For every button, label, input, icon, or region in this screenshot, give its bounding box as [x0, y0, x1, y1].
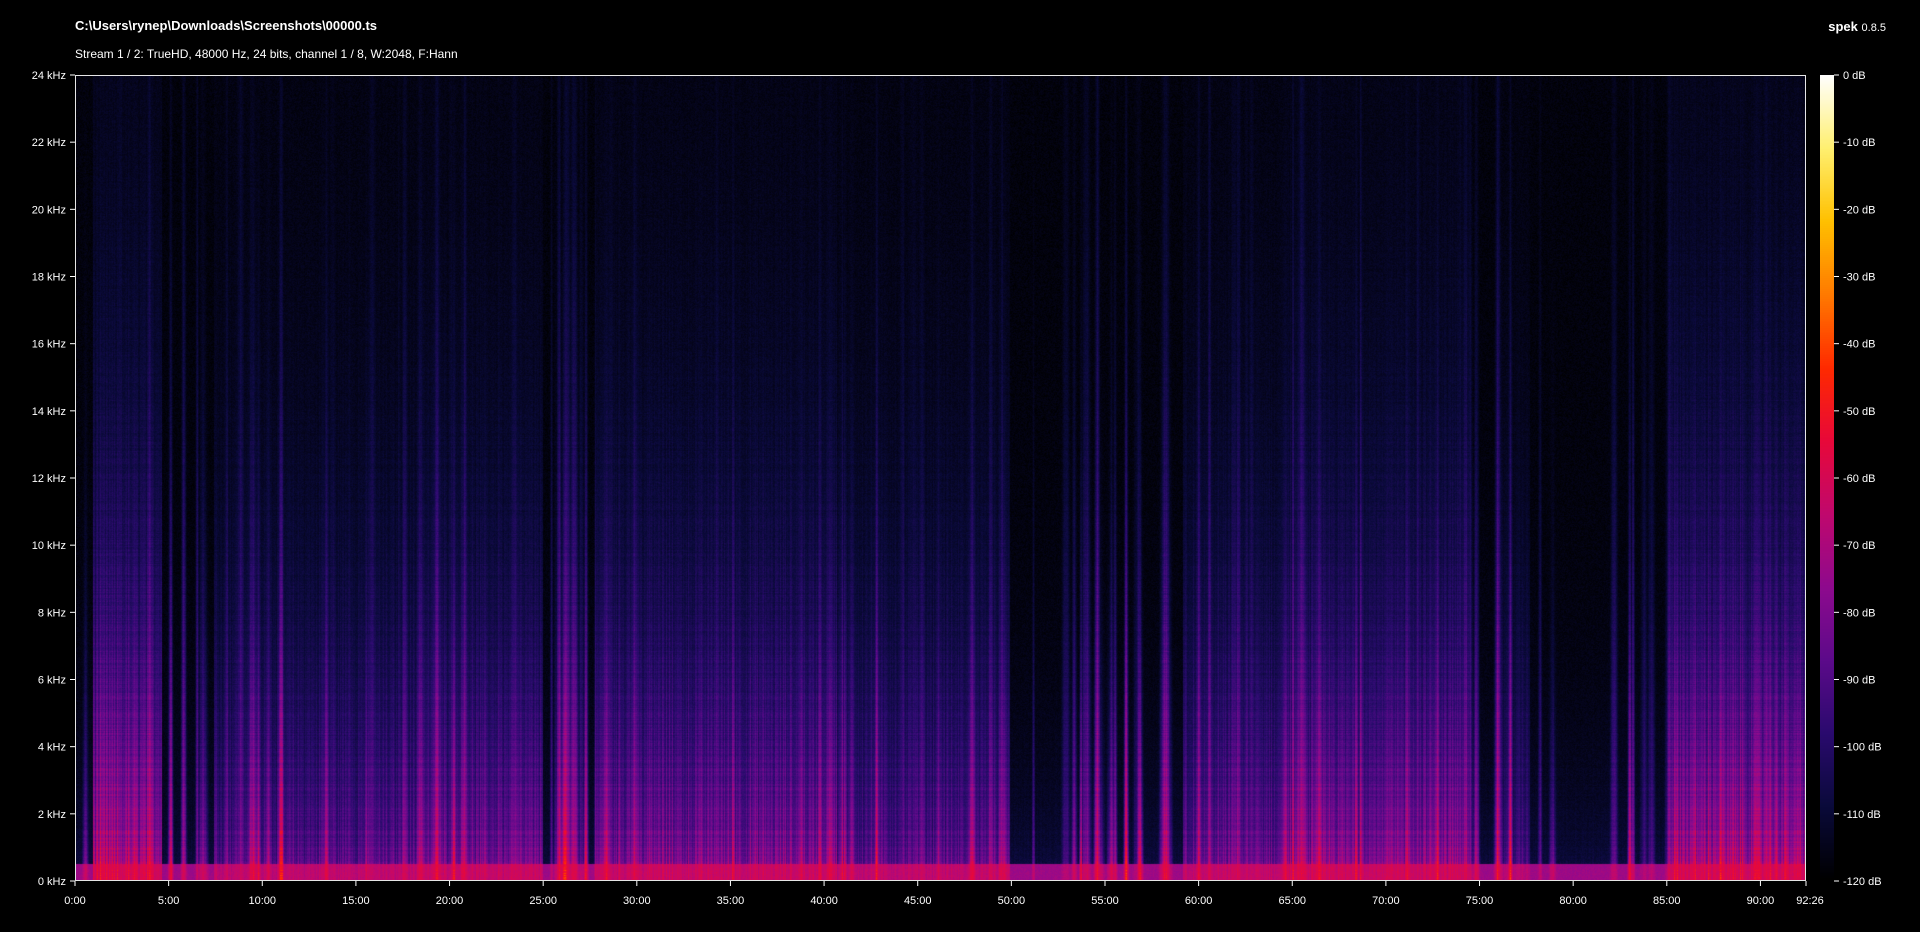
- x-tick-label: 70:00: [1372, 895, 1400, 907]
- x-tick-label: 60:00: [1185, 895, 1213, 907]
- y-tick-label: 4 kHz: [38, 742, 66, 754]
- axes-overlay: 0 kHz 2 kHz 4 kHz 6 kHz 8 kHz 10 kHz 12 kHz 14 …: [32, 70, 1882, 907]
- db-tick-label: -50 dB: [1843, 406, 1875, 418]
- y-tick-label: 24 kHz: [32, 70, 66, 82]
- x-tick-label: 65:00: [1278, 895, 1306, 907]
- db-tick-label: -120 dB: [1843, 876, 1882, 888]
- x-tick-label: 25:00: [529, 895, 557, 907]
- x-tick-label: 90:00: [1747, 895, 1775, 907]
- y-tick-label: 6 kHz: [38, 675, 66, 687]
- db-tick-label: -40 dB: [1843, 339, 1875, 351]
- db-tick-label: -20 dB: [1843, 204, 1875, 216]
- y-tick-label: 14 kHz: [32, 406, 66, 418]
- x-tick-label: 10:00: [249, 895, 277, 907]
- db-tick-label: -90 dB: [1843, 675, 1875, 687]
- y-tick-label: 18 kHz: [32, 272, 66, 284]
- db-tick-label: -80 dB: [1843, 607, 1875, 619]
- x-tick-label: 50:00: [998, 895, 1026, 907]
- db-tick-label: -110 dB: [1843, 809, 1881, 821]
- db-tick-label: -100 dB: [1843, 742, 1882, 754]
- y-tick-label: 16 kHz: [32, 339, 66, 351]
- db-tick-label: -10 dB: [1843, 137, 1875, 149]
- y-tick-label: 10 kHz: [32, 540, 66, 552]
- db-tick-label: -60 dB: [1843, 473, 1875, 485]
- db-tick-label: 0 dB: [1843, 70, 1866, 82]
- x-tick-label: 85:00: [1653, 895, 1681, 907]
- db-axis: 0 dB -10 dB -20 dB -30 dB -40 dB -50 dB -60 dB…: [1834, 70, 1882, 888]
- y-tick-label: 2 kHz: [38, 809, 66, 821]
- y-tick-label: 22 kHz: [32, 137, 66, 149]
- x-tick-label: 45:00: [904, 895, 932, 907]
- db-tick-label: -70 dB: [1843, 540, 1875, 552]
- x-tick-label: 5:00: [158, 895, 179, 907]
- x-tick-label: 40:00: [810, 895, 838, 907]
- x-tick-label: 75:00: [1466, 895, 1494, 907]
- x-tick-label: 80:00: [1559, 895, 1587, 907]
- x-tick-label: 55:00: [1091, 895, 1119, 907]
- y-tick-label: 8 kHz: [38, 607, 66, 619]
- x-tick-label: 30:00: [623, 895, 651, 907]
- y-tick-label: 0 kHz: [38, 876, 66, 888]
- db-tick-label: -30 dB: [1843, 272, 1875, 284]
- x-tick-label: 35:00: [717, 895, 745, 907]
- y-tick-label: 20 kHz: [32, 204, 66, 216]
- y-tick-label: 12 kHz: [32, 473, 66, 485]
- x-tick-label: 15:00: [342, 895, 370, 907]
- frequency-axis: 0 kHz 2 kHz 4 kHz 6 kHz 8 kHz 10 kHz 12 kHz 14 …: [32, 70, 75, 888]
- x-tick-label: 0:00: [64, 895, 85, 907]
- x-tick-label: 20:00: [436, 895, 464, 907]
- x-end-label: 92:26: [1796, 895, 1824, 907]
- time-axis: 0:00 5:00 10:00 15:00 20:00 25:00 30:00 35:00 40…: [64, 881, 1824, 907]
